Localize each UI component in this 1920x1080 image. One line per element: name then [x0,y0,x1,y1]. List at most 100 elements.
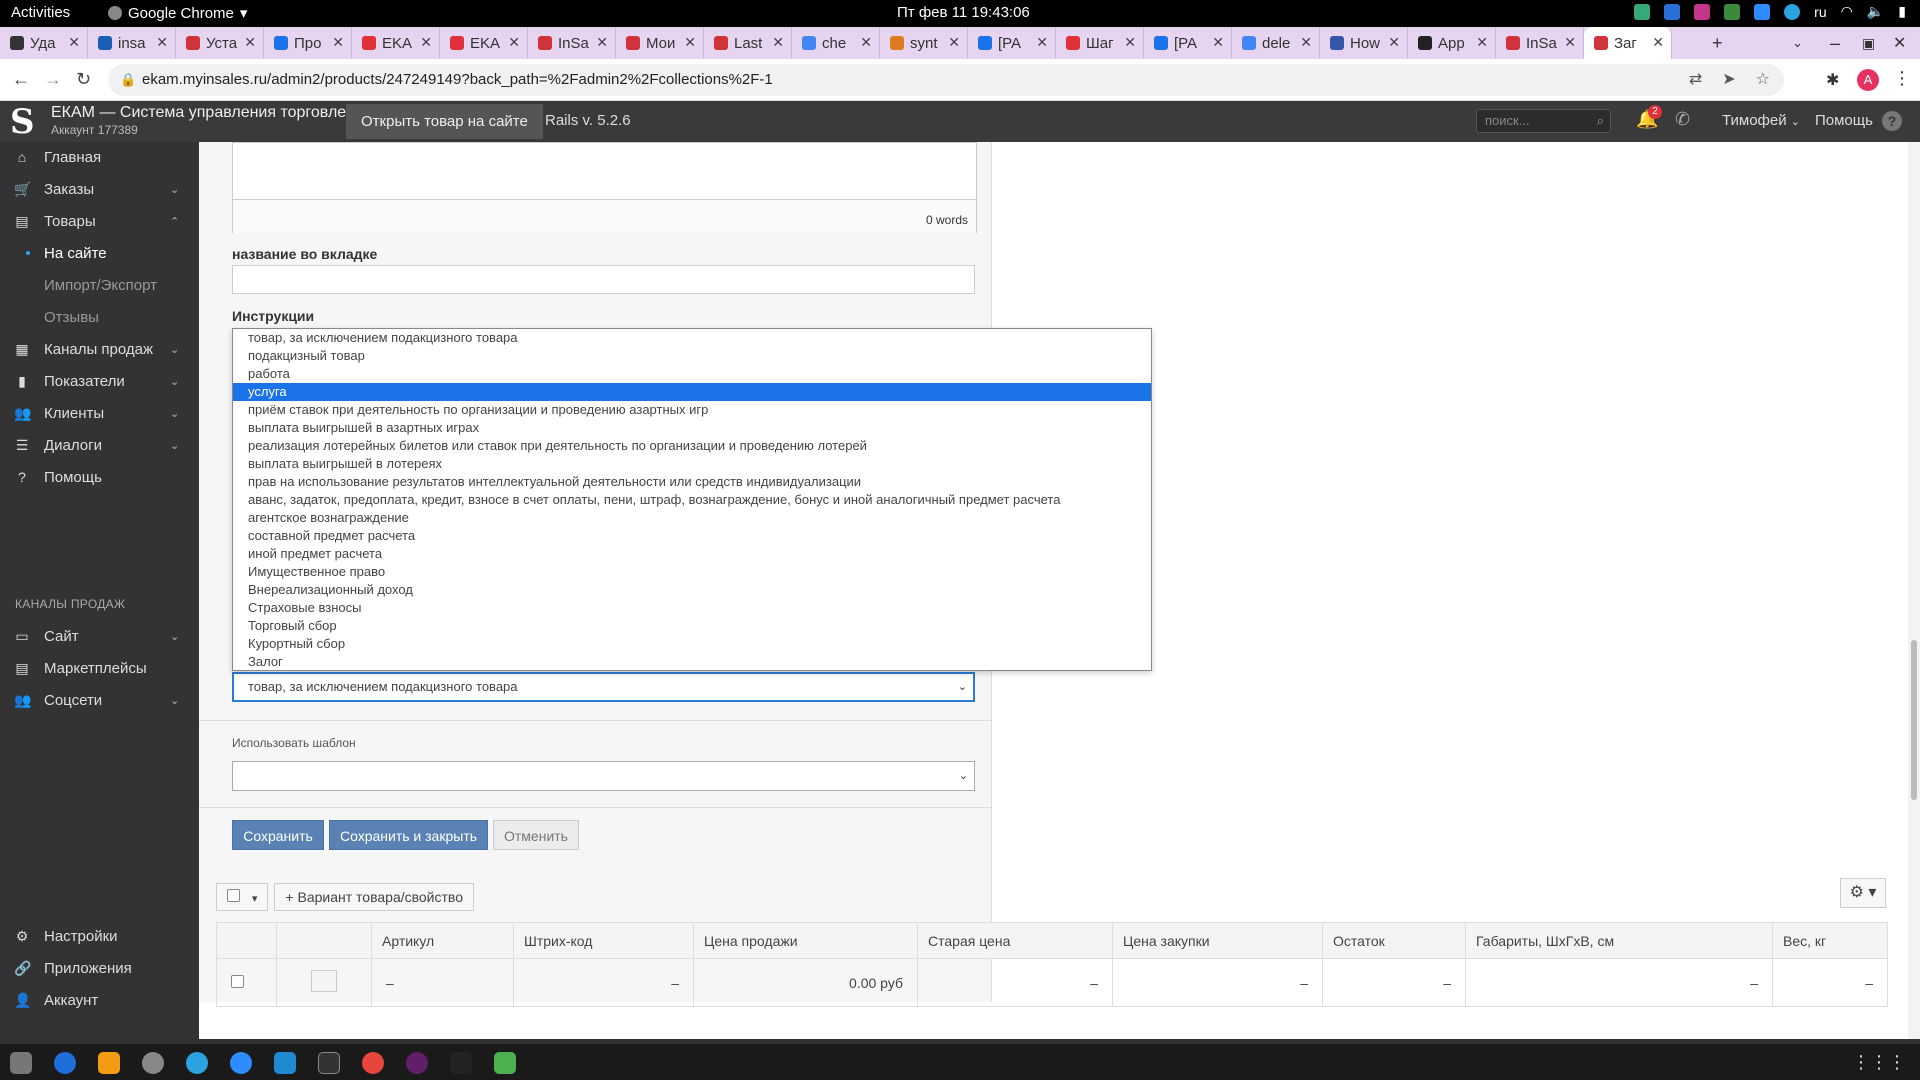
dropdown-option[interactable]: работа [233,365,1151,383]
rich-text-editor[interactable]: 0 words [232,142,977,233]
payment-subject-select[interactable]: товар, за исключением подакцизного товар… [232,672,975,702]
profile-avatar[interactable]: A [1857,69,1879,91]
tab-close-icon[interactable]: ✕ [68,34,80,51]
dropdown-option[interactable]: Имущественное право [233,563,1151,581]
browser-tab[interactable]: Уда ✕ [0,27,88,59]
dropdown-option[interactable]: товар, за исключением подакцизного товар… [233,329,1151,347]
browser-tab[interactable]: che ✕ [792,27,880,59]
app-menu[interactable]: Google Chrome ▾ [108,4,247,22]
barcode-cell[interactable]: – [513,958,694,1007]
col-stock[interactable]: Остаток [1322,922,1466,959]
browser-tab[interactable]: Мои ✕ [616,27,704,59]
teamviewer-tray-icon[interactable] [1664,3,1681,20]
system-tray[interactable]: ru ◠ 🔈 ▮ [1634,3,1906,20]
sidebar-item-social[interactable]: 👥 Соцсети ⌄ [0,685,199,715]
browser-tab[interactable]: [PA ✕ [1144,27,1232,59]
terminal-icon[interactable] [318,1052,340,1074]
dropdown-option[interactable]: приём ставок при деятельность по организ… [233,401,1151,419]
restore-icon[interactable]: ▣ [1862,27,1875,59]
wifi-icon[interactable]: ◠ [1841,3,1853,20]
dropdown-option[interactable]: выплата выигрышей в лотереях [233,455,1151,473]
files-icon[interactable] [10,1052,32,1074]
dimensions-cell[interactable]: – [1465,958,1773,1007]
dropdown-option[interactable]: подакцизный товар [233,347,1151,365]
browser-tab[interactable]: Last ✕ [704,27,792,59]
col-old-price[interactable]: Старая цена [917,922,1113,959]
sidebar-item-account[interactable]: 👤 Аккаунт [0,985,199,1015]
table-settings-gear-icon[interactable]: ⚙ ▾ [1840,878,1886,908]
dropdown-option[interactable]: Залог [233,653,1151,671]
page-scrollbar[interactable] [1908,142,1920,1039]
tab-close-icon[interactable]: ✕ [772,34,784,51]
brand-title[interactable]: ЕКАМ — Система управления торговлей [51,104,355,122]
tab-close-icon[interactable]: ✕ [420,34,432,51]
tab-close-icon[interactable]: ✕ [1300,34,1312,51]
add-variant-button[interactable]: + Вариант товара/свойство [274,883,474,911]
sidebar-item-on-site[interactable]: На сайте [0,238,199,268]
open-product-on-site-button[interactable]: Открыть товар на сайте [346,104,543,139]
chrome-icon[interactable] [362,1052,384,1074]
browser-tab[interactable]: InSa ✕ [528,27,616,59]
language-indicator[interactable]: ru [1814,4,1826,20]
insales-logo[interactable]: S [10,105,35,139]
app-grid-icon[interactable]: ⋮⋮⋮ [1852,1052,1906,1073]
browser-tab[interactable]: insa ✕ [88,27,176,59]
sidebar-item-settings[interactable]: ⚙ Настройки [0,921,199,951]
sidebar-item-clients[interactable]: 👥 Клиенты ⌄ [0,398,199,428]
dropdown-option[interactable]: услуга [233,383,1151,401]
dropdown-option[interactable]: реализация лотерейных билетов или ставок… [233,437,1151,455]
dropdown-option[interactable]: иной предмет расчета [233,545,1151,563]
image-placeholder-icon[interactable] [311,970,337,992]
tab-close-icon[interactable]: ✕ [1476,34,1488,51]
sidebar-item-help[interactable]: ? Помощь [0,462,199,492]
weight-cell[interactable]: – [1772,958,1888,1007]
sidebar-item-sales-channels[interactable]: ▦ Каналы продаж ⌄ [0,334,199,364]
settings-app-icon[interactable] [142,1052,164,1074]
back-icon[interactable]: ← [12,69,30,90]
sidebar-item-home[interactable]: ⌂ Главная [0,142,199,172]
tab-close-icon[interactable]: ✕ [1212,34,1224,51]
tab-close-icon[interactable]: ✕ [948,34,960,51]
browser-tab[interactable]: EKA ✕ [440,27,528,59]
browser-tab[interactable]: InSa ✕ [1496,27,1584,59]
browser-tab[interactable]: How ✕ [1320,27,1408,59]
search-icon[interactable]: ⌕ [1597,110,1604,132]
sidebar-item-marketplaces[interactable]: ▤ Маркетплейсы [0,653,199,683]
teamviewer-icon[interactable] [54,1052,76,1074]
dropdown-option[interactable]: выплата выигрышей в азартных играх [233,419,1151,437]
phone-icon[interactable]: ✆ [1675,109,1690,130]
lock-icon[interactable]: 🔒 [120,64,136,96]
recycle-icon[interactable] [494,1052,516,1074]
close-window-icon[interactable]: ✕ [1893,27,1906,59]
browser-tab[interactable]: dele ✕ [1232,27,1320,59]
volume-icon[interactable]: 🔈 [1867,3,1884,20]
row-checkbox[interactable] [231,974,244,988]
price-cell[interactable]: 0.00 руб [693,958,918,1007]
save-and-close-button[interactable]: Сохранить и закрыть [329,820,488,850]
tab-close-icon[interactable]: ✕ [596,34,608,51]
dropdown-option[interactable]: Торговый сбор [233,617,1151,635]
user-menu[interactable]: Тимофей ⌄ [1722,112,1800,129]
tab-close-icon[interactable]: ✕ [244,34,256,51]
browser-tab[interactable]: Шаг ✕ [1056,27,1144,59]
slack-icon[interactable] [406,1052,428,1074]
tab-close-icon[interactable]: ✕ [1036,34,1048,51]
postman-icon[interactable] [450,1052,472,1074]
caret-down-icon[interactable]: ▾ [252,893,258,905]
dropdown-option[interactable]: Курортный сбор [233,635,1151,653]
sku-cell[interactable]: – [371,958,514,1007]
tab-search-icon[interactable]: ⌄ [1792,27,1803,59]
dropdown-option[interactable]: агентское вознаграждение [233,509,1151,527]
tab-close-icon[interactable]: ✕ [1388,34,1400,51]
template-select[interactable]: ⌄ [232,761,975,791]
send-icon[interactable]: ➤ [1722,64,1735,96]
browser-tab[interactable]: synt ✕ [880,27,968,59]
forward-icon[interactable]: → [44,69,62,90]
sidebar-item-orders[interactable]: 🛒 Заказы ⌄ [0,174,199,204]
cost-cell[interactable]: – [1112,958,1323,1007]
save-button[interactable]: Сохранить [232,820,324,850]
bookmark-star-icon[interactable]: ☆ [1756,64,1770,96]
activities-button[interactable]: Activities [11,4,70,21]
tab-name-input[interactable] [232,265,975,294]
zoom-icon[interactable] [230,1052,252,1074]
